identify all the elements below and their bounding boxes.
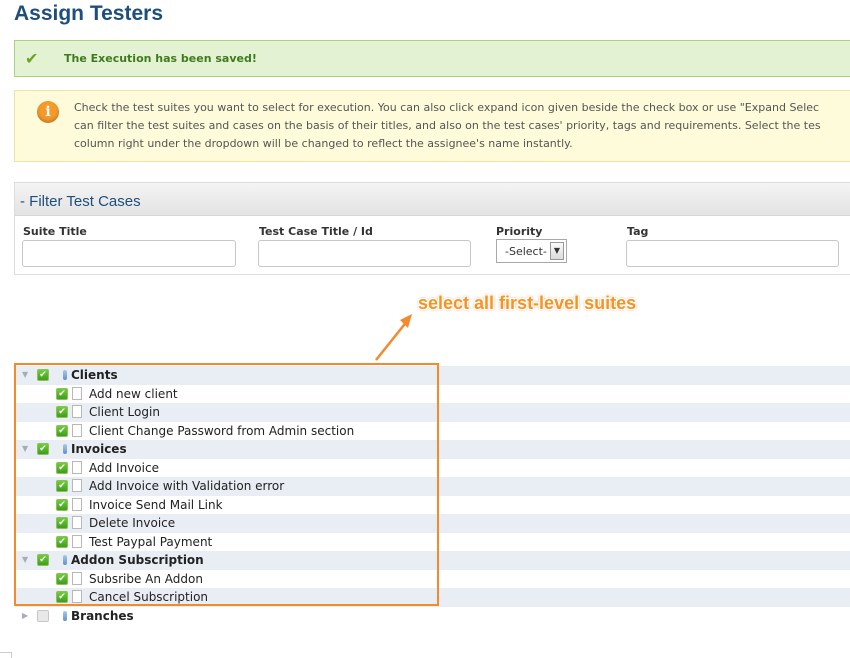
- tree-case-row[interactable]: ✔ Cancel Subscription: [16, 588, 850, 607]
- annotation-text: select all first-level suites: [418, 293, 637, 313]
- annotation-arrow: [375, 314, 412, 361]
- case-label: Add Invoice: [89, 460, 159, 475]
- corner-mark: [0, 652, 12, 658]
- suite-title-label: Suite Title: [23, 225, 87, 238]
- document-icon: [72, 405, 82, 418]
- tree-case-row[interactable]: ✔ Subsribe An Addon: [16, 570, 850, 589]
- document-icon: [72, 516, 82, 529]
- checkbox[interactable]: ✔: [56, 517, 68, 529]
- case-label: Cancel Subscription: [89, 590, 209, 604]
- case-label: Test Paypal Payment: [89, 534, 213, 549]
- info-line: column right under the dropdown will be …: [74, 137, 573, 150]
- case-title-input[interactable]: [258, 240, 471, 267]
- case-label: Invoice Send Mail Link: [89, 497, 223, 512]
- checkbox[interactable]: ✔: [56, 387, 68, 400]
- folder-icon: [63, 444, 67, 454]
- priority-selected: -Select-: [505, 245, 547, 258]
- checkbox[interactable]: ✔: [56, 424, 68, 437]
- filter-panel: - Filter Test Cases Suite Title Test Cas…: [14, 182, 850, 275]
- info-line: can filter the test suites and cases on …: [74, 119, 821, 132]
- chevron-down-icon: ▼: [550, 242, 564, 260]
- case-title-label: Test Case Title / Id: [259, 225, 373, 238]
- tag-label: Tag: [627, 225, 649, 238]
- priority-label: Priority: [496, 225, 543, 238]
- tree-case-row[interactable]: ✔ Invoice Send Mail Link: [16, 496, 850, 515]
- tree-suite-row[interactable]: ▼ ✔ Clients: [16, 366, 850, 385]
- tree-case-row[interactable]: ✔ Add Invoice with Validation error: [16, 477, 850, 496]
- checkbox[interactable]: ✔: [37, 443, 49, 455]
- checkbox[interactable]: ✔: [56, 572, 68, 585]
- info-text: Check the test suites you want to select…: [74, 99, 850, 153]
- tag-input[interactable]: [626, 240, 839, 267]
- document-icon: [72, 571, 82, 585]
- filter-title: - Filter Test Cases: [20, 193, 141, 210]
- priority-select[interactable]: -Select- ▼: [496, 239, 567, 263]
- tree-case-row[interactable]: ✔ Client Login: [16, 403, 850, 422]
- document-icon: [72, 534, 82, 548]
- success-message: The Execution has been saved!: [64, 52, 257, 65]
- folder-icon: [63, 555, 67, 565]
- checkbox[interactable]: ✔: [56, 461, 68, 474]
- suite-tree: ▼ ✔ Clients ✔ Add new client ✔ Client Login ✔ Cl…: [16, 366, 850, 625]
- folder-icon: [63, 610, 67, 621]
- case-label: Client Change Password from Admin sectio…: [89, 423, 355, 438]
- case-label: Subsribe An Addon: [89, 571, 203, 586]
- suite-title-input[interactable]: [22, 240, 236, 267]
- info-banner: i Check the test suites you want to sele…: [14, 90, 850, 162]
- folder-icon: [63, 370, 67, 380]
- case-label: Client Login: [89, 405, 160, 419]
- checkbox[interactable]: ✔: [37, 369, 49, 381]
- suite-label: Clients: [71, 368, 118, 382]
- suite-label: Branches: [71, 608, 134, 623]
- tree-suite-row[interactable]: ▼ ✔ Addon Subscription: [16, 551, 850, 570]
- expand-icon[interactable]: ▶: [22, 607, 28, 625]
- document-icon: [72, 460, 82, 474]
- info-line: Check the test suites you want to select…: [74, 101, 820, 114]
- document-icon: [72, 497, 82, 511]
- filter-header[interactable]: - Filter Test Cases: [15, 183, 850, 216]
- collapse-icon[interactable]: ▼: [22, 366, 28, 384]
- tree-case-row[interactable]: ✔ Add new client: [16, 385, 850, 404]
- collapse-icon[interactable]: ▼: [22, 551, 28, 569]
- document-icon: [72, 423, 82, 437]
- checkbox[interactable]: ✔: [56, 535, 68, 548]
- suite-label: Addon Subscription: [71, 553, 204, 567]
- checkmark-icon: ✔: [25, 49, 39, 68]
- checkbox[interactable]: ✔: [56, 591, 68, 603]
- tree-case-row[interactable]: ✔ Test Paypal Payment: [16, 533, 850, 552]
- document-icon: [72, 590, 82, 603]
- checkbox[interactable]: ✔: [37, 609, 49, 622]
- case-label: Add new client: [89, 386, 178, 401]
- document-icon: [72, 479, 82, 492]
- checkbox[interactable]: ✔: [56, 406, 68, 418]
- checkbox[interactable]: ✔: [56, 498, 68, 511]
- checkbox[interactable]: ✔: [37, 554, 49, 566]
- tree-case-row[interactable]: ✔ Delete Invoice: [16, 514, 850, 533]
- document-icon: [72, 386, 82, 400]
- checkbox[interactable]: ✔: [56, 480, 68, 492]
- page-title: Assign Testers: [14, 2, 163, 25]
- collapse-icon[interactable]: ▼: [22, 440, 28, 458]
- case-label: Delete Invoice: [89, 516, 176, 530]
- tree-suite-row[interactable]: ▶ ✔ Branches: [16, 607, 850, 626]
- tree-case-row[interactable]: ✔ Client Change Password from Admin secti…: [16, 422, 850, 441]
- case-label: Add Invoice with Validation error: [89, 479, 285, 493]
- suite-label: Invoices: [71, 442, 127, 456]
- tree-case-row[interactable]: ✔ Add Invoice: [16, 459, 850, 478]
- tree-suite-row[interactable]: ▼ ✔ Invoices: [16, 440, 850, 459]
- success-banner: ✔ The Execution has been saved!: [14, 40, 850, 77]
- info-icon: i: [37, 101, 59, 123]
